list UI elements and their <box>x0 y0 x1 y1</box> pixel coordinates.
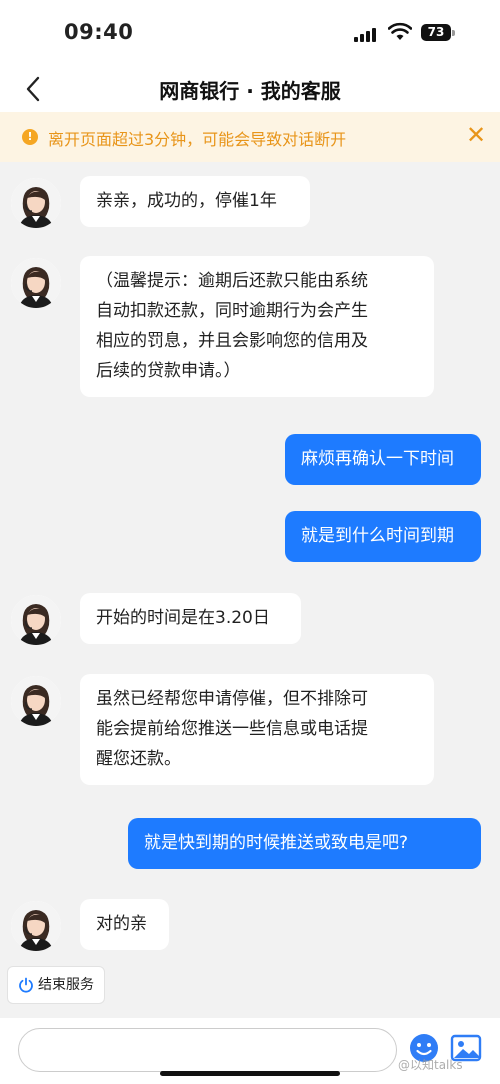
message-line: （温馨提示：逾期后还款只能由系统 <box>96 271 368 291</box>
agent-avatar <box>11 901 61 951</box>
battery-tip <box>452 30 455 36</box>
close-icon[interactable]: ✕ <box>466 121 486 149</box>
message-line: 就是快到期的时候推送或致电是吧? <box>144 833 409 853</box>
user-message-bubble: 就是到什么时间到期 <box>285 511 481 562</box>
exclamation-icon: ! <box>22 129 38 145</box>
home-indicator <box>160 1071 340 1076</box>
message-input[interactable] <box>18 1028 397 1072</box>
message-line: 后续的贷款申请。） <box>96 361 241 381</box>
message-line: 能会提前给您推送一些信息或电话提 <box>96 719 368 739</box>
message-line: 自动扣款还款，同时逾期行为会产生 <box>96 301 368 321</box>
status-time: 09:40 <box>64 20 134 44</box>
wifi-icon <box>388 22 412 40</box>
user-message-bubble: 就是快到期的时候推送或致电是吧? <box>128 818 481 869</box>
watermark: @以知talks <box>398 1058 463 1072</box>
end-service-button[interactable]: 结束服务 <box>7 966 105 1004</box>
user-message-bubble: 麻烦再确认一下时间 <box>285 434 481 485</box>
agent-avatar <box>11 178 61 228</box>
end-service-label: 结束服务 <box>38 977 94 993</box>
message-line: 开始的时间是在3.20日 <box>96 608 270 628</box>
agent-message-bubble: 对的亲 <box>80 899 169 950</box>
agent-avatar <box>11 258 61 308</box>
agent-message-bubble: 亲亲，成功的，停催1年 <box>80 176 310 227</box>
message-line: 就是到什么时间到期 <box>301 526 454 546</box>
page-title: 网商银行 · 我的客服 <box>159 79 341 103</box>
message-line: 相应的罚息，并且会影响您的信用及 <box>96 331 368 351</box>
agent-message-bubble: 开始的时间是在3.20日 <box>80 593 301 644</box>
nav-bar: 网商银行 · 我的客服 <box>0 66 500 112</box>
message-line: 麻烦再确认一下时间 <box>301 449 454 469</box>
notice-banner: ! 离开页面超过3分钟，可能会导致对话断开 ✕ <box>0 112 500 162</box>
notice-text: 离开页面超过3分钟，可能会导致对话断开 <box>48 130 347 149</box>
message-line: 亲亲，成功的，停催1年 <box>96 191 277 211</box>
status-bar: 09:40 73 <box>0 0 500 66</box>
agent-message-bubble: （温馨提示：逾期后还款只能由系统 自动扣款还款，同时逾期行为会产生 相应的罚息，并且… <box>80 256 434 397</box>
message-line: 虽然已经帮您申请停催，但不排除可 <box>96 689 368 709</box>
message-line: 醒您还款。 <box>96 749 181 769</box>
cellular-signal-icon <box>354 26 382 42</box>
power-icon <box>19 977 33 993</box>
agent-avatar <box>11 676 61 726</box>
battery-indicator: 73 <box>421 24 451 41</box>
agent-message-bubble: 虽然已经帮您申请停催，但不排除可 能会提前给您推送一些信息或电话提 醒您还款。 <box>80 674 434 785</box>
agent-avatar <box>11 595 61 645</box>
message-line: 对的亲 <box>96 914 147 934</box>
